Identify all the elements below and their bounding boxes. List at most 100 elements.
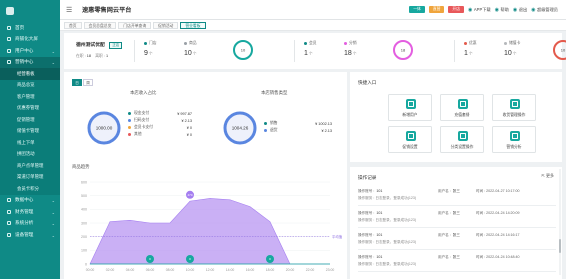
ops-title: 操作记录	[358, 175, 377, 180]
operation-record[interactable]: 操作账号 :101 用户名 : 张三 时间 : 2022-04-24 14:20:09…	[358, 207, 556, 228]
operation-record[interactable]: 操作账号 :101 用户名 : 张三 时间 : 2022-04-24 10:48:40…	[358, 251, 556, 272]
quick-tile[interactable]: 促销设置	[388, 126, 432, 153]
quick-tile[interactable]: 新增用户	[388, 94, 432, 121]
top-badge[interactable]: 开店	[448, 6, 464, 13]
operation-record[interactable]: 操作账号 :101 用户名 : 张三 时间 : 2022-04-27 10:17:00…	[358, 185, 556, 206]
sidebar-item[interactable]: 营销中心 ⌄	[0, 56, 60, 68]
sidebar-item[interactable]: 数据中心 ⌄	[0, 195, 60, 207]
sidebar-item-label: 商铺化大屏	[15, 36, 38, 42]
stat-item: 门店 9个	[144, 41, 157, 57]
quick-tile-label: 收货管理操作	[502, 113, 526, 117]
sidebar-icon	[7, 232, 11, 237]
stat-label-text: 会员	[309, 41, 317, 45]
sidebar-item[interactable]: 首页	[0, 22, 60, 34]
record-detail: 操作服务 : 日志登录，登录成功(123)	[358, 240, 417, 244]
stat-ring: 10	[553, 40, 566, 60]
legend-value: ¥ 2.13	[181, 118, 192, 123]
top-link[interactable]: ◉ APP下载	[468, 7, 491, 13]
top-link[interactable]: ◉ 超级管理员	[531, 7, 558, 13]
sidebar-subitem[interactable]: 拼团活动	[0, 148, 60, 160]
record-user-value: 张三	[452, 255, 460, 259]
logo-mark	[6, 7, 14, 15]
top-link-icon: ◉	[468, 6, 473, 13]
sidebar-subitem[interactable]: 客户管理	[0, 91, 60, 103]
menu-toggle-icon[interactable]: ☰	[66, 6, 76, 14]
x-tick-label: 00:00	[86, 268, 95, 272]
income-center: 1000.00	[96, 126, 113, 131]
top-badge[interactable]: 直营	[428, 6, 445, 13]
tab[interactable]: 门店开单查询	[118, 21, 152, 29]
sidebar-subitem[interactable]: 会员卡积分	[0, 183, 60, 195]
sidebar-subitem[interactable]: 商户点单管理	[0, 160, 60, 172]
sidebar-subitem[interactable]: 线上下单	[0, 137, 60, 149]
record-account: 操作账号 :101	[358, 211, 382, 216]
sidebar-item-label: 设备管理	[15, 231, 34, 237]
chevron-down-icon: ⌄	[51, 48, 55, 54]
stat-value-num: 9	[144, 50, 148, 57]
sidebar-item[interactable]: 用户中心 ⌄	[0, 45, 60, 57]
period-toggle-option[interactable]: 周	[83, 79, 93, 86]
quick-entry-panel: 快捷入口 新增用户 充值套餐 收货管理操作 促销设置 分类设置操作 营销分析	[350, 72, 562, 162]
quick-tile[interactable]: 营销分析	[492, 126, 536, 153]
sidebar: 首页 商铺化大屏 用户中心 ⌄ 营销中心 ⌄ 经营看板 商品总览 客户管理 优惠券管理 促销管理储…	[0, 0, 60, 279]
y-tick-label: 200	[81, 235, 87, 239]
legend-label: 退货	[270, 128, 278, 132]
sidebar-item-label: 营销中心	[15, 59, 34, 65]
operation-record[interactable]: 操作账号 :101 用户名 : 张三 时间 : 2022-04-24 14:16:17…	[358, 229, 556, 250]
stat-unit: 个	[308, 52, 313, 56]
quick-tile-label: 营销分析	[506, 145, 522, 149]
legend-label: 扫码支付	[134, 118, 150, 122]
stat-divider	[134, 40, 135, 62]
quick-tile[interactable]: 收货管理操作	[492, 94, 536, 121]
trend-chart: 0 100 200 300 400 500 600 00:00 02:00 04:00 06:00 0…	[81, 180, 343, 272]
sidebar-subitem[interactable]: 优惠券管理	[0, 102, 60, 114]
legend-value: ¥ 0	[186, 125, 192, 130]
ops-scroll-thumb[interactable]	[558, 239, 561, 253]
quick-tile[interactable]: 分类设置操作	[440, 126, 484, 153]
series-area-0	[89, 198, 330, 265]
topbar: ☰ 速惠零售网云平台 一体 直营 开店 ◉ APP下载 ◉ 帮助 ◉ 退出 ◉ 超级管理员	[60, 0, 566, 20]
tab[interactable]: 首页	[64, 21, 82, 29]
top-badge[interactable]: 一体	[409, 6, 425, 13]
tab[interactable]: 会员总盘总览	[83, 21, 117, 29]
sidebar-icon	[7, 37, 11, 42]
quick-tile-icon	[458, 131, 468, 141]
ops-more-link[interactable]: ⇱ 更多	[542, 173, 554, 179]
top-link-icon: ◉	[531, 6, 536, 13]
income-title: 本店收入占比	[130, 90, 157, 95]
sidebar-subitem[interactable]: 促销管理	[0, 114, 60, 126]
meta-label-2: 离职 :	[95, 54, 105, 58]
period-toggle-option[interactable]: 日	[72, 79, 82, 86]
x-tick-label: 16:00	[246, 268, 255, 272]
ring-value: 10	[561, 48, 566, 53]
ops-scrollbar[interactable]	[558, 169, 561, 275]
sidebar-subitem[interactable]: 经营看板	[0, 68, 60, 80]
sidebar-item[interactable]: 财务管理 ⌄	[0, 206, 60, 218]
stat-ring: 18	[393, 40, 413, 60]
legend-dot	[144, 42, 147, 45]
y-tick-label: 400	[81, 208, 87, 212]
stat-unit: 个	[148, 52, 153, 56]
sales-title: 本店销售类型	[261, 90, 288, 95]
top-link[interactable]: ◉ 帮助	[495, 7, 509, 13]
tab[interactable]: 促销活动	[153, 21, 179, 29]
sidebar-item[interactable]: 商铺化大屏	[0, 34, 60, 46]
average-label: 平均值	[332, 234, 343, 239]
record-user-label: 用户名 :	[438, 189, 451, 193]
top-link[interactable]: ◉ 退出	[513, 7, 527, 13]
sidebar-item-label: 数据中心	[15, 197, 34, 203]
sidebar-subitem[interactable]: 储值卡管理	[0, 125, 60, 137]
chevron-down-icon: ⌄	[51, 221, 55, 226]
sidebar-item[interactable]: 系统分析 ⌄	[0, 218, 60, 230]
legend-row: 扫码支付 ¥ 2.13	[128, 117, 192, 124]
tab[interactable]: 营业看板	[180, 21, 206, 29]
record-account-value: 101	[376, 255, 383, 259]
sidebar-subitem[interactable]: 渠道订单管理	[0, 171, 60, 183]
sidebar-icon	[7, 48, 11, 53]
sidebar-subitem[interactable]: 商品总览	[0, 79, 60, 91]
quick-tile[interactable]: 充值套餐	[440, 94, 484, 121]
sidebar-item[interactable]: 设备管理 ⌄	[0, 229, 60, 241]
record-detail: 操作服务 : 日志登录，登录成功(123)	[358, 218, 417, 222]
legend-dot	[184, 42, 187, 45]
x-tick-label: 14:00	[226, 268, 235, 272]
